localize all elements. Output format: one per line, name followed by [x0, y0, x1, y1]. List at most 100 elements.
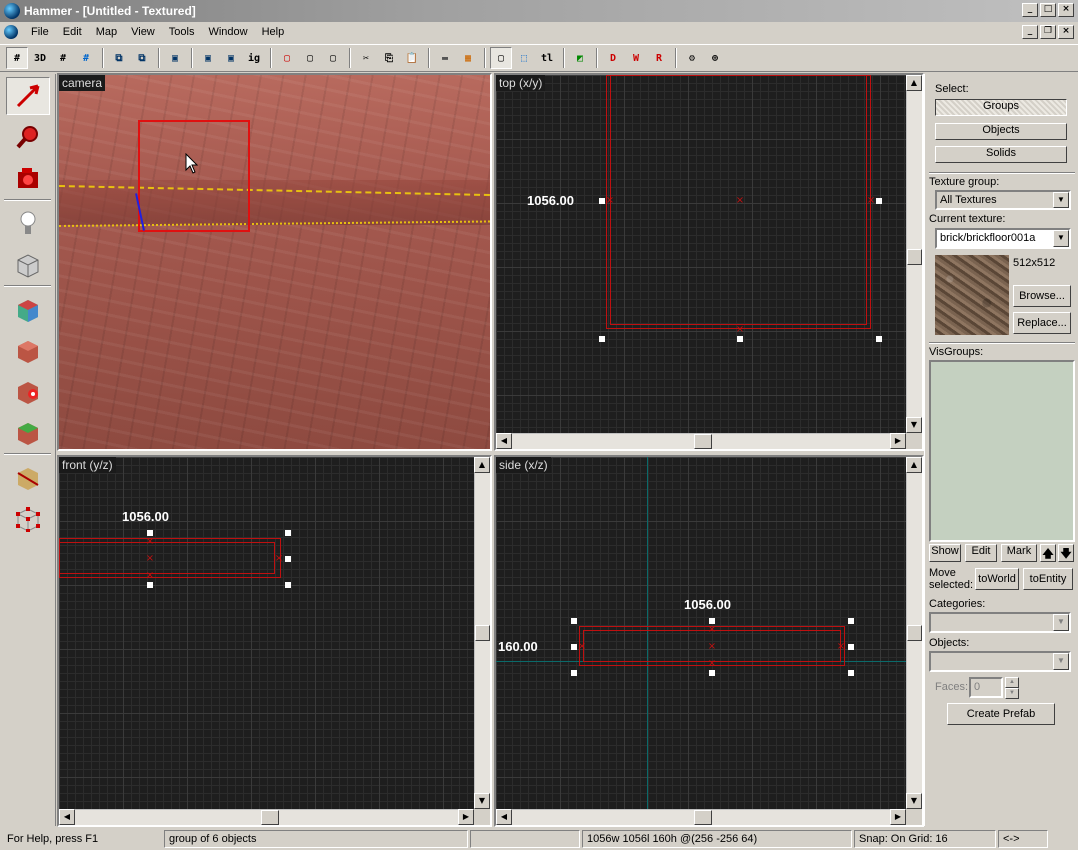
front-hscroll[interactable]: ◀ ▶ — [59, 809, 474, 825]
current-texture-select[interactable]: brick/brickfloor001a ▼ — [935, 228, 1071, 249]
move-down-icon[interactable]: 🡇 — [1058, 544, 1074, 562]
top-handle-r[interactable] — [876, 198, 882, 204]
copy-icon[interactable]: ⎘ — [378, 47, 400, 69]
faces-spin-up[interactable]: ▲ — [1005, 677, 1019, 688]
move-up-icon[interactable]: 🡅 — [1040, 544, 1056, 562]
side-handle-br[interactable] — [848, 670, 854, 676]
selection-box-icon[interactable]: ▢ — [490, 47, 512, 69]
visgroup-mark-button[interactable]: Mark — [1001, 544, 1037, 562]
close-button[interactable]: × — [1058, 3, 1074, 17]
smaller-grid-icon[interactable]: # — [52, 47, 74, 69]
scroll-up-button[interactable]: ▲ — [474, 457, 490, 473]
scroll-down-button[interactable]: ▼ — [474, 793, 490, 809]
texture-application-icon[interactable] — [6, 290, 50, 328]
scroll-thumb[interactable] — [261, 810, 279, 825]
selected-brush-outline[interactable] — [138, 120, 250, 232]
texture-preview[interactable] — [935, 255, 1009, 335]
document-icon[interactable] — [4, 25, 18, 39]
create-prefab-button[interactable]: Create Prefab — [947, 703, 1055, 725]
menu-edit[interactable]: Edit — [56, 26, 89, 38]
3d-grid-icon[interactable]: 3D — [29, 47, 51, 69]
magnify-tool-icon[interactable] — [6, 118, 50, 156]
faces-spin-down[interactable]: ▼ — [1005, 688, 1019, 699]
front-handle-b[interactable] — [147, 582, 153, 588]
scroll-thumb[interactable] — [907, 249, 922, 265]
menu-map[interactable]: Map — [89, 26, 124, 38]
scroll-thumb[interactable] — [475, 625, 490, 641]
scroll-right-button[interactable]: ▶ — [458, 809, 474, 825]
side-viewport[interactable]: × × × × × 1056.00 160.00 ▲ ▼ ◀ ▶ side (x… — [494, 455, 924, 827]
visgroups-list[interactable] — [929, 360, 1075, 542]
menu-file[interactable]: File — [24, 26, 56, 38]
top-vscroll[interactable]: ▲ ▼ — [906, 75, 922, 433]
menu-window[interactable]: Window — [201, 26, 254, 38]
mdi-close-button[interactable]: × — [1058, 25, 1074, 39]
scroll-left-button[interactable]: ◀ — [59, 809, 75, 825]
carve-icon[interactable]: ▢ — [276, 47, 298, 69]
chevron-down-icon[interactable]: ▼ — [1053, 192, 1069, 208]
display-region-icon[interactable]: R — [648, 47, 670, 69]
scroll-up-button[interactable]: ▲ — [906, 457, 922, 473]
side-handle-b[interactable] — [709, 670, 715, 676]
camera-viewport[interactable]: camera — [57, 73, 492, 451]
mdi-minimize-button[interactable]: _ — [1022, 25, 1038, 39]
texture-lock-icon[interactable]: ▦ — [457, 47, 479, 69]
scroll-thumb[interactable] — [694, 810, 712, 825]
scroll-up-button[interactable]: ▲ — [906, 75, 922, 91]
to-entity-button[interactable]: toEntity — [1023, 568, 1073, 590]
visgroup-show-button[interactable]: Show — [929, 544, 961, 562]
visgroup-edit-button[interactable]: Edit — [965, 544, 997, 562]
select-solids-button[interactable]: Solids — [935, 146, 1067, 163]
larger-grid-icon[interactable]: # — [75, 47, 97, 69]
flip-icon[interactable]: ◩ — [569, 47, 591, 69]
display-models-icon[interactable]: D — [602, 47, 624, 69]
faces-input[interactable]: 0 — [969, 677, 1003, 698]
scroll-thumb[interactable] — [907, 625, 922, 641]
front-handle-br[interactable] — [285, 582, 291, 588]
run-map-icon[interactable]: ⊕ — [704, 47, 726, 69]
select-groups-button[interactable]: Groups — [935, 99, 1067, 116]
clipping-tool-icon[interactable] — [6, 458, 50, 496]
side-handle-tl[interactable] — [571, 618, 577, 624]
menu-help[interactable]: Help — [255, 26, 292, 38]
menu-tools[interactable]: Tools — [162, 26, 202, 38]
side-handle-tr[interactable] — [848, 618, 854, 624]
scroll-thumb[interactable] — [694, 434, 712, 449]
top-handle-b[interactable] — [737, 336, 743, 342]
texture-group-select[interactable]: All Textures ▼ — [935, 190, 1071, 210]
scroll-left-button[interactable]: ◀ — [496, 809, 512, 825]
categories-select[interactable]: ▼ — [929, 612, 1071, 633]
browse-button[interactable]: Browse... — [1013, 285, 1071, 307]
scroll-right-button[interactable]: ▶ — [890, 433, 906, 449]
block-tool-icon[interactable] — [6, 245, 50, 283]
apply-texture-icon[interactable]: ▬ — [434, 47, 456, 69]
side-hscroll[interactable]: ◀ ▶ — [496, 809, 906, 825]
side-handle-r[interactable] — [848, 644, 854, 650]
apply-current-texture-icon[interactable] — [6, 331, 50, 369]
front-handle-r[interactable] — [285, 556, 291, 562]
entity-tool-icon[interactable] — [6, 204, 50, 242]
top-handle-bl[interactable] — [599, 336, 605, 342]
hollow-icon[interactable]: ▢ — [299, 47, 321, 69]
hide-selected-icon[interactable]: ▣ — [164, 47, 186, 69]
scroll-left-button[interactable]: ◀ — [496, 433, 512, 449]
scroll-right-button[interactable]: ▶ — [890, 809, 906, 825]
scroll-down-button[interactable]: ▼ — [906, 793, 922, 809]
minimize-button[interactable]: _ — [1022, 3, 1038, 17]
show-hidden-icon[interactable]: ▣ — [220, 47, 242, 69]
selection-tool-icon[interactable] — [6, 77, 50, 115]
decal-tool-icon[interactable] — [6, 372, 50, 410]
side-vscroll[interactable]: ▲ ▼ — [906, 457, 922, 809]
camera-tool-icon[interactable] — [6, 159, 50, 197]
ungroup-icon[interactable]: ⧉ — [131, 47, 153, 69]
select-by-handles-icon[interactable]: ⬚ — [513, 47, 535, 69]
texture-lock-toggle-icon[interactable]: tl — [536, 47, 558, 69]
group-icon[interactable]: ⧉ — [108, 47, 130, 69]
top-hscroll[interactable]: ◀ ▶ — [496, 433, 906, 449]
paste-icon[interactable]: 📋 — [401, 47, 423, 69]
cut-icon[interactable]: ✂ — [355, 47, 377, 69]
compile-icon[interactable]: ⚙ — [681, 47, 703, 69]
chevron-down-icon[interactable]: ▼ — [1053, 614, 1069, 631]
replace-button[interactable]: Replace... — [1013, 312, 1071, 334]
scroll-down-button[interactable]: ▼ — [906, 417, 922, 433]
